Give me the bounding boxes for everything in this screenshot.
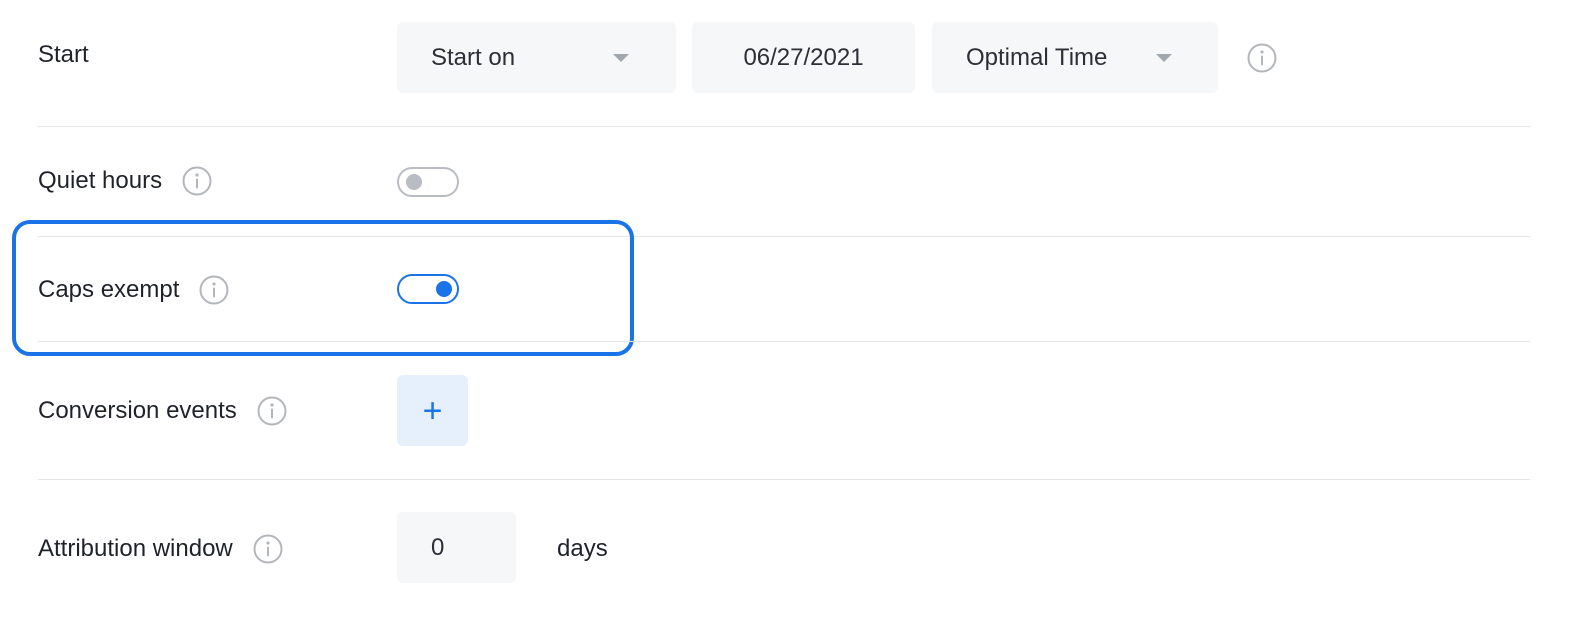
start-time-select[interactable]: Optimal Time <box>932 22 1218 93</box>
info-circle-icon[interactable] <box>182 166 212 196</box>
info-circle-icon[interactable] <box>1247 43 1277 73</box>
start-date-value: 06/27/2021 <box>743 43 864 71</box>
attribution-window-value: 0 <box>431 533 445 561</box>
toggle-knob <box>436 281 452 297</box>
info-circle-icon[interactable] <box>257 396 287 426</box>
add-conversion-event-button[interactable]: + <box>397 375 468 446</box>
divider <box>38 479 1530 480</box>
attribution-window-unit: days <box>557 535 608 562</box>
caps-exempt-toggle[interactable] <box>397 274 459 304</box>
start-time-value: Optimal Time <box>966 43 1108 71</box>
quiet-hours-toggle[interactable] <box>397 167 459 197</box>
toggle-knob <box>406 174 422 190</box>
caret-down-icon <box>1156 54 1172 62</box>
start-label-text: Start <box>38 41 89 68</box>
attribution-window-label: Attribution window <box>38 534 283 564</box>
conversion-events-label: Conversion events <box>38 396 287 426</box>
quiet-hours-label: Quiet hours <box>38 166 212 196</box>
start-date-input[interactable]: 06/27/2021 <box>692 22 915 93</box>
divider <box>38 126 1530 127</box>
caps-exempt-label: Caps exempt <box>38 275 229 305</box>
info-circle-icon[interactable] <box>199 275 229 305</box>
caret-down-icon <box>613 54 629 62</box>
conversion-events-label-text: Conversion events <box>38 397 237 424</box>
caps-exempt-label-text: Caps exempt <box>38 276 180 303</box>
attribution-window-input[interactable]: 0 <box>397 512 516 583</box>
attribution-window-label-text: Attribution window <box>38 535 233 562</box>
divider <box>38 341 1530 342</box>
quiet-hours-label-text: Quiet hours <box>38 167 163 194</box>
info-circle-icon[interactable] <box>253 534 283 564</box>
start-label: Start <box>38 40 89 70</box>
start-mode-select[interactable]: Start on <box>397 22 676 93</box>
plus-icon: + <box>422 391 443 430</box>
start-mode-value: Start on <box>431 43 516 71</box>
